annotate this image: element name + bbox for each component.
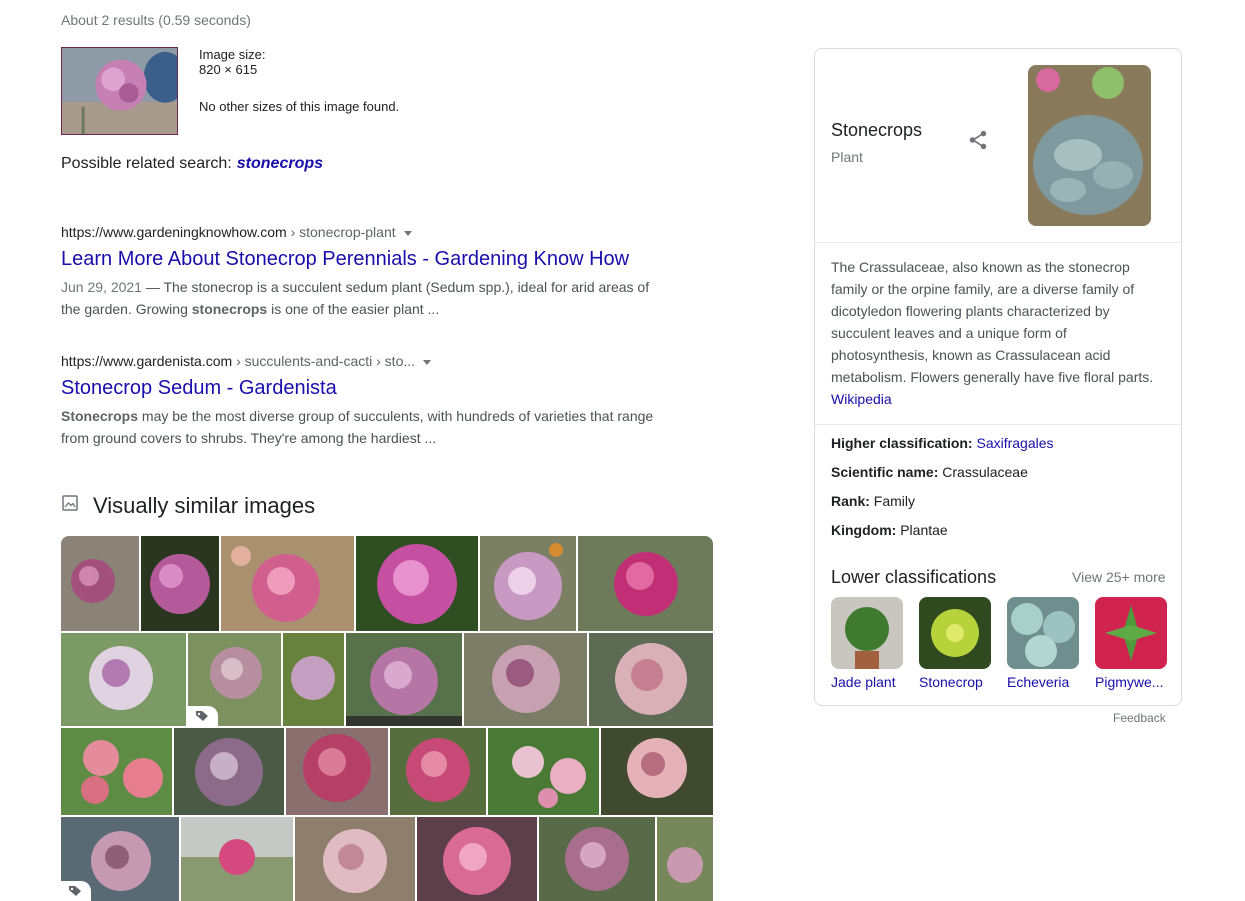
search-result: https://www.gardeningknowhow.com › stone…: [61, 224, 671, 320]
image-icon: [62, 495, 78, 511]
result-title-link[interactable]: Stonecrop Sedum - Gardenista: [61, 377, 671, 400]
fact-link[interactable]: Saxifragales: [976, 435, 1053, 451]
similar-image[interactable]: [601, 728, 713, 815]
divider: [815, 242, 1181, 243]
result-snippet: Stonecrops may be the most diverse group…: [61, 408, 654, 446]
similar-image[interactable]: [221, 536, 354, 631]
similar-image[interactable]: [657, 817, 713, 901]
similar-image[interactable]: [188, 633, 281, 726]
related-search-link[interactable]: stonecrops: [237, 155, 323, 172]
lower-classification-pigmyweed[interactable]: Pigmywe...: [1095, 597, 1167, 690]
fact-rank: Rank: Family: [831, 493, 916, 509]
chevron-down-icon[interactable]: [423, 359, 432, 365]
tag-badge: [188, 706, 218, 726]
kp-image: [1028, 65, 1151, 226]
image-size-value: 820 × 615: [199, 62, 258, 77]
wikipedia-link[interactable]: Wikipedia: [831, 391, 892, 407]
similar-image[interactable]: [488, 728, 599, 815]
similar-image[interactable]: [356, 536, 478, 631]
similar-image[interactable]: [295, 817, 415, 901]
search-result: https://www.gardenista.com › succulents-…: [61, 353, 671, 449]
query-image-thumbnail[interactable]: [61, 47, 178, 135]
similar-images-grid: [61, 536, 713, 901]
tag-badge: [61, 881, 91, 901]
kp-title: Stonecrops: [831, 120, 923, 140]
result-url[interactable]: https://www.gardeningknowhow.com › stone…: [61, 224, 671, 240]
visually-similar-heading: Visually similar images: [93, 493, 316, 518]
fact-higher-classification: Higher classification: Saxifragales: [831, 435, 1054, 451]
kp-description: The Crassulaceae, also known as the ston…: [831, 259, 1154, 407]
similar-image[interactable]: [61, 536, 139, 631]
related-search: Possible related search: stonecrops: [61, 155, 323, 173]
lower-classifications-heading: Lower classifications: [831, 567, 997, 587]
result-snippet: Jun 29, 2021 — The stonecrop is a succul…: [61, 279, 650, 317]
image-size-label: Image size:: [199, 47, 266, 62]
similar-image[interactable]: [346, 633, 462, 726]
similar-image[interactable]: [390, 728, 486, 815]
no-other-sizes-text: No other sizes of this image found.: [199, 99, 400, 114]
lower-classification-echeveria[interactable]: Echeveria: [1007, 597, 1079, 690]
similar-image[interactable]: [283, 633, 344, 726]
similar-image[interactable]: [464, 633, 587, 726]
similar-image[interactable]: [286, 728, 388, 815]
share-icon[interactable]: [967, 129, 989, 151]
similar-image[interactable]: [61, 817, 179, 901]
result-stats: About 2 results (0.59 seconds): [61, 12, 251, 28]
view-more-link[interactable]: View 25+ more: [1072, 569, 1166, 585]
similar-image[interactable]: [174, 728, 284, 815]
feedback-link[interactable]: Feedback: [1113, 711, 1166, 725]
kp-subtitle: Plant: [831, 149, 863, 165]
similar-image[interactable]: [578, 536, 713, 631]
divider: [815, 424, 1181, 425]
lower-classification-jade-plant[interactable]: Jade plant: [831, 597, 903, 690]
chevron-down-icon[interactable]: [403, 230, 412, 236]
similar-image[interactable]: [417, 817, 537, 901]
similar-image[interactable]: [539, 817, 655, 901]
similar-image[interactable]: [480, 536, 576, 631]
related-search-label: Possible related search:: [61, 155, 232, 172]
result-title-link[interactable]: Learn More About Stonecrop Perennials - …: [61, 248, 671, 271]
similar-image[interactable]: [589, 633, 713, 726]
fact-kingdom: Kingdom: Plantae: [831, 522, 948, 538]
lower-classification-stonecrop[interactable]: Stonecrop: [919, 597, 991, 690]
query-image: [62, 48, 177, 134]
kp-main-image[interactable]: [1028, 65, 1151, 226]
similar-image[interactable]: [61, 728, 172, 815]
tag-icon: [69, 886, 81, 896]
tag-icon: [196, 711, 208, 721]
knowledge-panel: Stonecrops Plant The Crassulaceae, also …: [814, 48, 1182, 706]
fact-scientific-name: Scientific name: Crassulaceae: [831, 464, 1028, 480]
similar-image[interactable]: [181, 817, 293, 901]
similar-image[interactable]: [141, 536, 219, 631]
result-url[interactable]: https://www.gardenista.com › succulents-…: [61, 353, 671, 369]
similar-image[interactable]: [61, 633, 186, 726]
